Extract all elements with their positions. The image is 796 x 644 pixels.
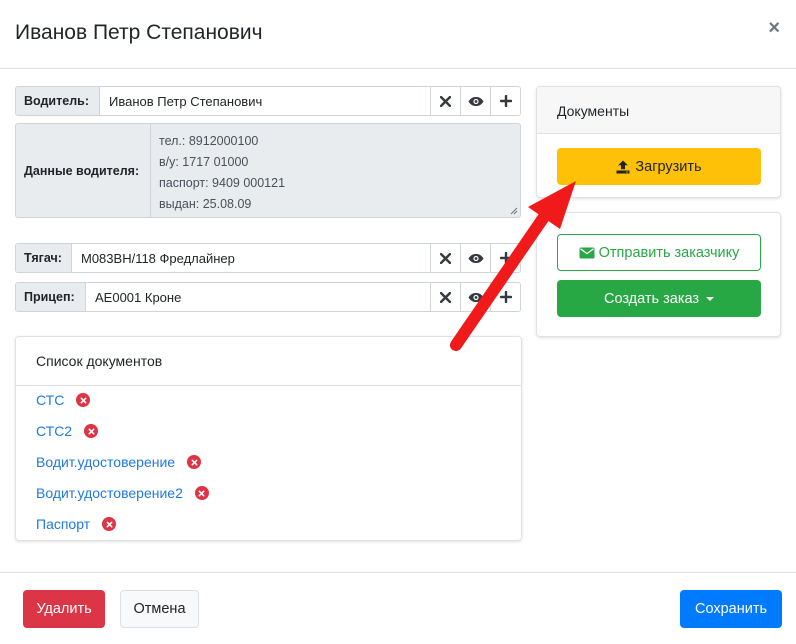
upload-button[interactable]: Загрузить: [557, 148, 761, 185]
document-link[interactable]: Водит.удостоверение2: [36, 485, 183, 501]
trailer-input-group: Прицеп: АЕ0001 Кроне: [15, 282, 521, 312]
tractor-view-button[interactable]: [460, 244, 490, 272]
resize-handle-icon[interactable]: [509, 206, 518, 215]
envelope-icon: [579, 247, 595, 258]
document-link[interactable]: СТС: [36, 392, 64, 408]
trailer-add-button[interactable]: [490, 283, 520, 311]
driver-view-button[interactable]: [460, 87, 490, 115]
tractor-input-group: Тягач: М083ВН/118 Фредлайнер: [15, 243, 521, 273]
send-to-customer-button[interactable]: Отправить заказчику: [557, 234, 761, 271]
create-order-button[interactable]: Создать заказ: [557, 280, 761, 317]
trailer-label: Прицеп:: [16, 283, 86, 311]
plus-icon: [499, 252, 512, 264]
document-list-title: Список документов: [16, 337, 521, 386]
driver-data-label: Данные водителя:: [16, 124, 151, 217]
close-icon: [440, 252, 451, 264]
upload-label: Загрузить: [635, 158, 702, 175]
list-item: Водит.удостоверение: [36, 454, 202, 470]
driver-field[interactable]: Иванов Петр Степанович: [100, 87, 430, 115]
eye-icon: [468, 96, 483, 106]
list-item: СТС2: [36, 423, 99, 439]
driver-clear-button[interactable]: [430, 87, 460, 115]
tractor-label: Тягач:: [16, 244, 72, 272]
create-order-label: Создать заказ: [603, 290, 700, 307]
close-icon: [440, 95, 451, 107]
list-item: Паспорт: [36, 516, 117, 532]
driver-input-group: Водитель: Иванов Петр Степанович: [15, 86, 521, 116]
driver-phone: тел.: 8912000100: [159, 134, 259, 148]
trailer-view-button[interactable]: [460, 283, 490, 311]
plus-icon: [499, 291, 512, 303]
close-icon: [440, 291, 451, 303]
documents-title: Документы: [537, 87, 780, 134]
tractor-add-button[interactable]: [490, 244, 520, 272]
eye-icon: [468, 253, 483, 263]
driver-data-group: Данные водителя: тел.: 8912000100 в/у: 1…: [15, 123, 521, 218]
documents-card: Документы Загрузить: [536, 86, 781, 198]
eye-icon: [468, 292, 483, 302]
trailer-clear-button[interactable]: [430, 283, 460, 311]
remove-circle-icon[interactable]: [102, 517, 117, 531]
tractor-field[interactable]: М083ВН/118 Фредлайнер: [72, 244, 430, 272]
document-link[interactable]: Паспорт: [36, 516, 90, 532]
document-list-card: Список документов СТС СТС2 Водит.удостов…: [15, 336, 522, 541]
caret-down-icon: [706, 296, 715, 301]
document-link[interactable]: Водит.удостоверение: [36, 454, 175, 470]
modal-title: Иванов Петр Степанович: [15, 21, 263, 44]
remove-circle-icon[interactable]: [194, 486, 209, 500]
driver-passport: паспорт: 9409 000121: [159, 176, 286, 190]
plus-icon: [499, 95, 512, 107]
remove-circle-icon[interactable]: [84, 424, 99, 438]
document-link[interactable]: СТС2: [36, 423, 72, 439]
trailer-field[interactable]: АЕ0001 Кроне: [86, 283, 430, 311]
tractor-clear-button[interactable]: [430, 244, 460, 272]
driver-data-textarea[interactable]: тел.: 8912000100 в/у: 1717 01000 паспорт…: [151, 124, 520, 217]
driver-modal: Иванов Петр Степанович × Водитель: Ивано…: [0, 0, 796, 644]
list-item: Водит.удостоверение2: [36, 485, 209, 501]
save-button[interactable]: Сохранить: [680, 590, 782, 628]
driver-passport-issued: выдан: 25.08.09: [159, 197, 252, 211]
modal-footer: Удалить Отмена Сохранить: [0, 572, 796, 644]
modal-header: Иванов Петр Степанович ×: [0, 0, 796, 69]
close-modal-button[interactable]: ×: [768, 18, 780, 38]
cancel-button[interactable]: Отмена: [120, 590, 199, 628]
list-item: СТС: [36, 392, 91, 408]
remove-circle-icon[interactable]: [76, 393, 91, 407]
remove-circle-icon[interactable]: [187, 455, 202, 469]
actions-card: Отправить заказчику Создать заказ: [536, 212, 781, 337]
driver-add-button[interactable]: [490, 87, 520, 115]
delete-button[interactable]: Удалить: [23, 590, 105, 628]
send-to-customer-label: Отправить заказчику: [598, 244, 740, 261]
upload-icon: [616, 160, 630, 173]
driver-label: Водитель:: [16, 87, 100, 115]
driver-license: в/у: 1717 01000: [159, 155, 249, 169]
